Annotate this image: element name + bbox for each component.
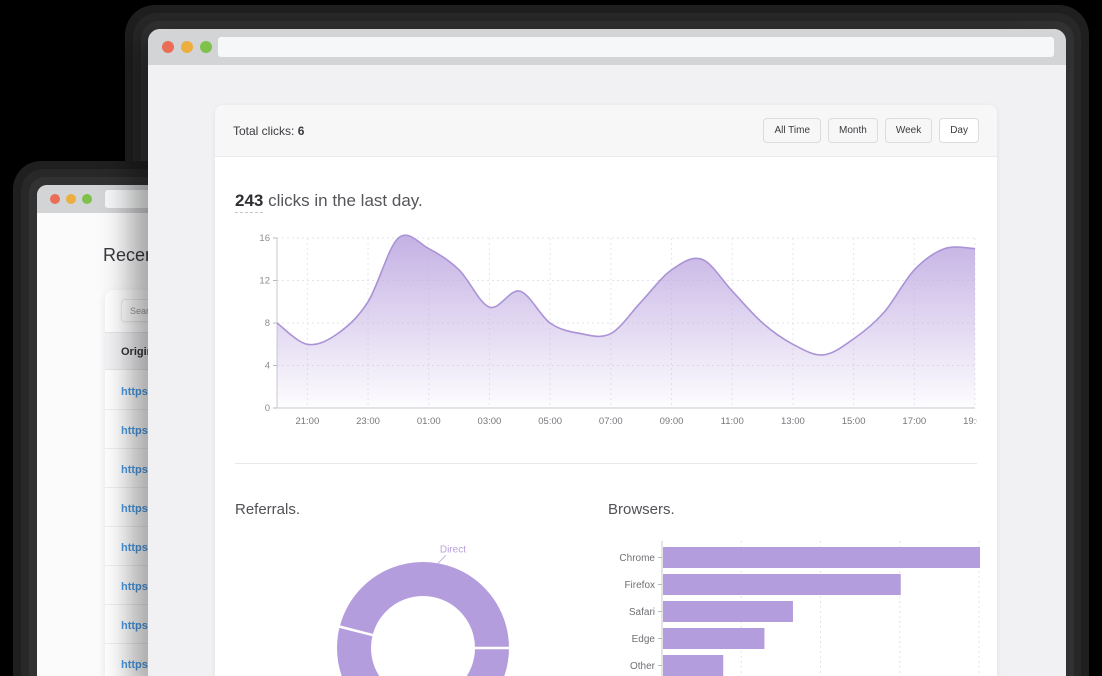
origin-link[interactable]: https: [121,464,152,476]
analytics-card: Total clicks: 6 All Time Month Week Day … [215,105,997,676]
minimize-button[interactable] [66,194,76,204]
origin-link[interactable]: https: [121,659,152,671]
svg-text:8: 8 [265,318,270,329]
origin-link[interactable]: https: [121,386,152,398]
svg-text:15:00: 15:00 [842,416,866,427]
referrals-title: Referrals. [235,501,300,518]
svg-text:23:00: 23:00 [356,416,380,427]
svg-text:Other: Other [630,661,656,672]
bar-chart: Chrome Firefox Safari Edge Other [600,535,990,676]
svg-text:Firefox: Firefox [624,580,655,591]
svg-text:11:00: 11:00 [721,416,744,427]
origin-link[interactable]: https: [121,503,152,515]
svg-text:05:00: 05:00 [538,416,562,427]
front-titlebar [148,29,1066,65]
close-button[interactable] [50,194,60,204]
filter-month-button[interactable]: Month [828,118,878,143]
clicks-count: 243 [235,191,263,213]
svg-text:07:00: 07:00 [599,416,623,427]
section-divider [235,463,977,464]
donut-chart: Direct [235,530,590,676]
origin-link[interactable]: https: [121,581,152,593]
filter-day-button[interactable]: Day [939,118,979,143]
analytics-card-header: Total clicks: 6 All Time Month Week Day [215,105,997,157]
minimize-button[interactable] [181,41,193,53]
svg-text:03:00: 03:00 [478,416,502,427]
svg-text:21:00: 21:00 [295,416,319,427]
svg-text:Safari: Safari [629,607,655,618]
close-button[interactable] [162,41,174,53]
maximize-button[interactable] [200,41,212,53]
total-clicks-value: 6 [298,124,305,138]
time-filter-group: All Time Month Week Day [763,118,979,143]
svg-text:09:00: 09:00 [660,416,684,427]
total-clicks-label: Total clicks: 6 [233,124,304,138]
svg-text:17:00: 17:00 [902,416,926,427]
svg-text:Chrome: Chrome [619,553,655,564]
svg-text:13:00: 13:00 [781,416,805,427]
front-browser-window: Total clicks: 6 All Time Month Week Day … [148,29,1066,676]
maximize-button[interactable] [82,194,92,204]
origin-link[interactable]: https: [121,620,152,632]
svg-text:0: 0 [265,403,270,414]
svg-text:Direct: Direct [440,544,466,555]
svg-text:4: 4 [265,361,270,372]
svg-text:12: 12 [259,276,270,287]
svg-text:19:00: 19:00 [963,416,977,427]
desktop-background: Recen Origin https:https:https:https:htt… [0,0,1102,676]
filter-week-button[interactable]: Week [885,118,932,143]
svg-text:01:00: 01:00 [417,416,441,427]
origin-link[interactable]: https: [121,542,152,554]
filter-all-time-button[interactable]: All Time [763,118,821,143]
svg-text:16: 16 [259,233,270,244]
svg-text:Edge: Edge [632,634,656,645]
area-chart: 21:00 23:00 01:00 03:00 05:00 07:00 09:00 11:00… [235,231,977,431]
browsers-title: Browsers. [608,501,675,518]
origin-link[interactable]: https: [121,425,152,437]
clicks-headline: 243 clicks in the last day. [235,191,423,211]
url-bar[interactable] [218,37,1054,57]
